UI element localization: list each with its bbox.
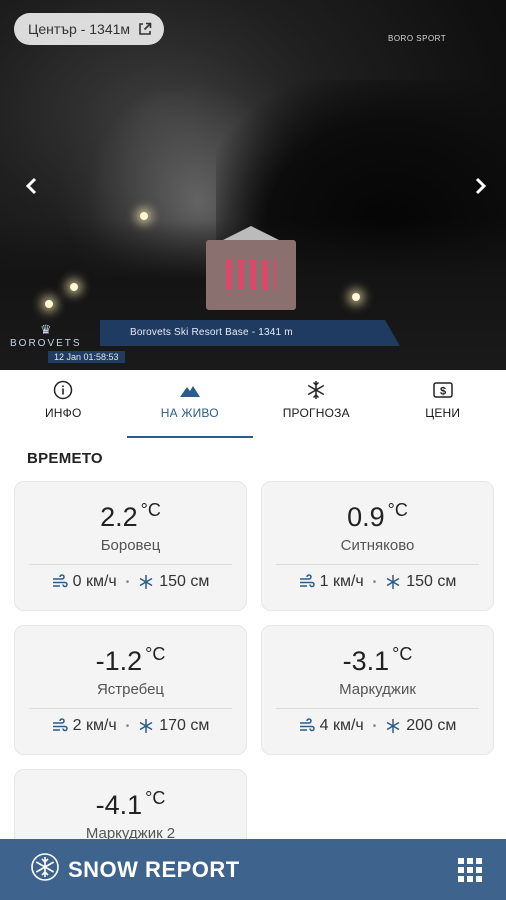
- tab-prices-label: ЦЕНИ: [425, 406, 461, 420]
- station-stats: 4 км/ч • 200 см: [262, 717, 493, 735]
- brand-logo[interactable]: SNOW REPORT: [30, 852, 240, 887]
- webcam-watermark-text: BOROVETS: [10, 338, 82, 349]
- wind-speed: 0 км/ч: [72, 573, 117, 590]
- temperature: 2.2 °C: [15, 500, 246, 533]
- snow-depth: 200 см: [406, 717, 457, 734]
- station-stats: 2 км/ч • 170 см: [15, 717, 246, 735]
- webcam-scene-hotel: [206, 240, 296, 310]
- temperature-value: -1.2: [95, 646, 143, 676]
- station-name: Ястребец: [96, 681, 165, 698]
- weather-card[interactable]: -1.2 °C Ястребец 2 км/ч • 170 см: [14, 625, 247, 755]
- station-name: Маркуджик: [339, 681, 416, 698]
- bottom-bar: SNOW REPORT: [0, 839, 506, 900]
- crown-icon: ♛: [39, 322, 52, 337]
- snowflake-icon: [385, 718, 401, 734]
- webcam-light: [352, 293, 360, 301]
- wind-speed: 2 км/ч: [72, 717, 117, 734]
- tab-forecast[interactable]: ПРОГНОЗА: [253, 370, 380, 438]
- snowflake-logo-icon: [30, 852, 60, 887]
- temperature-unit: °C: [145, 788, 166, 808]
- tab-live[interactable]: НА ЖИВО: [126, 370, 254, 438]
- wind-icon: [299, 718, 315, 734]
- temperature: -3.1 °C: [262, 644, 493, 677]
- snowflake-icon: [305, 380, 327, 400]
- webcam-light: [70, 283, 78, 291]
- station-stats: 1 км/ч • 150 см: [262, 573, 493, 591]
- tab-live-label: НА ЖИВО: [160, 406, 219, 420]
- price-tag-icon: $: [432, 380, 454, 400]
- camera-location-pill[interactable]: Център - 1341м: [14, 13, 165, 45]
- temperature-value: 0.9: [347, 502, 385, 532]
- station-stats: 0 км/ч • 150 см: [15, 573, 246, 591]
- weather-card[interactable]: -3.1 °C Маркуджик 4 км/ч • 200 см: [261, 625, 494, 755]
- stat-separator: •: [125, 576, 130, 588]
- wind-icon: [299, 574, 315, 590]
- info-icon: [52, 380, 74, 400]
- temperature-unit: °C: [140, 500, 161, 520]
- tab-bar: ИНФО НА ЖИВО ПРОГНОЗА $ ЦЕНИ: [0, 370, 506, 438]
- webcam-watermark-logo: ♛ BOROVETS: [10, 322, 82, 349]
- temperature-unit: °C: [145, 644, 166, 664]
- wind-speed: 1 км/ч: [319, 573, 364, 590]
- chevron-right-icon[interactable]: [466, 172, 494, 200]
- weather-card[interactable]: 0.9 °C Ситняково 1 км/ч • 150 см: [261, 481, 494, 611]
- temperature: 0.9 °C: [262, 500, 493, 533]
- webcam-caption: Borovets Ski Resort Base - 1341 m: [130, 327, 293, 338]
- wind-icon: [52, 574, 68, 590]
- tab-forecast-label: ПРОГНОЗА: [282, 406, 350, 420]
- snow-depth: 170 см: [159, 717, 210, 734]
- temperature: -4.1 °C: [15, 788, 246, 821]
- temperature: -1.2 °C: [15, 644, 246, 677]
- weather-card[interactable]: 2.2 °C Боровец 0 км/ч • 150 см: [14, 481, 247, 611]
- wind-speed: 4 км/ч: [319, 717, 364, 734]
- temperature-unit: °C: [387, 500, 408, 520]
- snowflake-icon: [138, 718, 154, 734]
- stat-separator: •: [125, 720, 130, 732]
- temperature-value: -4.1: [95, 790, 143, 820]
- tab-info[interactable]: ИНФО: [0, 370, 127, 438]
- card-divider: [29, 708, 232, 709]
- card-divider: [29, 564, 232, 565]
- temperature-value: 2.2: [100, 502, 138, 532]
- webcam-timestamp: 12 Jan 01:58:53: [48, 351, 125, 363]
- snowflake-icon: [385, 574, 401, 590]
- card-divider: [276, 708, 479, 709]
- webcam-partner-logo: BORO SPORT: [388, 34, 446, 43]
- webcam-light: [140, 212, 148, 220]
- weather-section-title: ВРЕМЕТО: [27, 450, 103, 467]
- webcam-partner-logo-text: BORO SPORT: [388, 34, 447, 43]
- snowflake-icon: [138, 574, 154, 590]
- svg-text:$: $: [440, 386, 446, 398]
- station-name: Ситняково: [340, 537, 415, 554]
- wind-icon: [52, 718, 68, 734]
- chevron-left-icon[interactable]: [18, 172, 46, 200]
- temperature-unit: °C: [392, 644, 413, 664]
- camera-location-label: Център - 1341м: [28, 21, 131, 37]
- temperature-value: -3.1: [342, 646, 390, 676]
- snow-depth: 150 см: [159, 573, 210, 590]
- grid-menu-icon[interactable]: [458, 858, 482, 882]
- stat-separator: •: [372, 576, 377, 588]
- station-name: Боровец: [100, 537, 161, 554]
- brand-name: SNOW REPORT: [68, 856, 240, 882]
- tab-info-label: ИНФО: [44, 406, 82, 420]
- snow-depth: 150 см: [406, 573, 457, 590]
- card-divider: [276, 564, 479, 565]
- webcam-image[interactable]: Borovets Ski Resort Base - 1341 m ♛ BORO…: [0, 0, 506, 370]
- external-link-icon: [138, 22, 152, 36]
- webcam-light: [45, 300, 53, 308]
- mountain-icon: [179, 380, 201, 400]
- tab-prices[interactable]: $ ЦЕНИ: [380, 370, 506, 438]
- stat-separator: •: [372, 720, 377, 732]
